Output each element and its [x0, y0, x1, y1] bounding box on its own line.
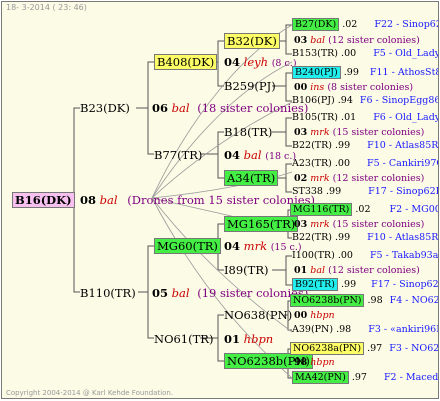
gen4-row[interactable]: A23(TR) .00 F5 - Cankiri97Q [292, 158, 438, 170]
root-gen: 08 [80, 193, 97, 207]
gen4-row[interactable]: B106(PJ) .94 F6 - SinopEgg86R [292, 95, 438, 107]
root-label: B16(DK) [12, 192, 75, 208]
node-no61[interactable]: NO61(TR) [154, 332, 213, 346]
node-b259[interactable]: B259(PJ) [224, 79, 276, 93]
root-info: 08 bal (Drones from 15 sister colonies) [80, 193, 315, 207]
gen4-row[interactable]: B22(TR) .99 F10 - Atlas85R [292, 232, 438, 244]
gen4-row[interactable]: MA42(PN) .97 F2 - Maced95R [292, 371, 438, 384]
gen4-row[interactable]: B22(TR) .99 F10 - Atlas85R [292, 140, 438, 152]
root-mark: bal [99, 193, 118, 207]
node-b408-info: 04 leyh (8 c.) [224, 55, 297, 69]
gen3-info: 03 mrk (15 sister colonies) [294, 219, 425, 230]
gen4-row[interactable]: I100(TR) .00 F5 - Takab93aR [292, 250, 438, 262]
node-b32[interactable]: B32(DK) [224, 33, 280, 49]
gen4-row[interactable]: B105(TR) .01 F6 - Old_Lady [292, 112, 438, 124]
root-node[interactable]: B16(DK) [12, 192, 75, 208]
gen3-info: 02 mrk (12 sister colonies) [294, 173, 425, 184]
gen3-info: 00 ins (8 sister colonies) [294, 82, 414, 93]
gen4-row[interactable]: B27(DK) .02 F22 - Sinop62R [292, 18, 438, 31]
gen4-row[interactable]: NO6238a(PN) .97 F3 - NO6294R [290, 342, 438, 355]
node-no638[interactable]: NO638(PN) [224, 308, 292, 322]
node-b23-info: 06 bal (18 sister colonies) [152, 101, 309, 115]
node-b110-info: 05 bal (19 sister colonies) [152, 286, 309, 300]
node-i89[interactable]: I89(TR) [224, 263, 268, 277]
pedigree-frame: 18- 3-2014 ( 23: 46) B16(DK) 08 bal (Dro… [1, 1, 439, 399]
gen4-row[interactable]: B92(TR) .99 F17 - Sinop62R [292, 278, 438, 291]
gen3-info: 03 mrk (15 sister colonies) [294, 127, 425, 138]
node-b408[interactable]: B408(DK) [154, 54, 218, 70]
node-mg165[interactable]: MG165(TR) [224, 216, 299, 232]
gen4-row[interactable]: ST338 .99 F17 - Sinop62R [292, 186, 438, 198]
gen4-row[interactable]: MG116(TR) .02 F2 - MG00R [290, 203, 438, 216]
gen3-info: 01 bal (12 sister colonies) [294, 265, 420, 276]
node-b18[interactable]: B18(TR) [224, 125, 272, 139]
gen4-row[interactable]: B240(PJ) .99 F11 - AthosSt80R [292, 66, 438, 79]
node-mg60[interactable]: MG60(TR) [154, 238, 221, 254]
node-b77-info: 04 bal (18 c.) [224, 148, 297, 162]
node-no61-info: 01 hbpn [224, 332, 274, 346]
node-b23[interactable]: B23(DK) [80, 101, 130, 115]
node-b77[interactable]: B77(TR) [154, 148, 202, 162]
gen3-info: 98 hbpn [294, 357, 335, 368]
gen4-row[interactable]: A39(PN) .98 F3 - «ankiri96R [292, 324, 438, 336]
node-b110[interactable]: B110(TR) [80, 286, 136, 300]
root-note: (Drones from 15 sister colonies) [127, 193, 315, 207]
gen3-info: 00 hbpn [294, 310, 335, 321]
copyright: Copyright 2004-2014 @ Karl Kehde Foundat… [6, 389, 174, 397]
node-mg60-info: 04 mrk (15 c.) [224, 239, 302, 253]
node-a34[interactable]: A34(TR) [224, 170, 279, 186]
gen4-row[interactable]: NO6238b(PN) .98 F4 - NO6294R [290, 294, 438, 307]
gen4-row[interactable]: B153(TR) .00 F5 - Old_Lady [292, 48, 438, 60]
gen3-info: 03 bal (12 sister colonies) [294, 35, 420, 46]
